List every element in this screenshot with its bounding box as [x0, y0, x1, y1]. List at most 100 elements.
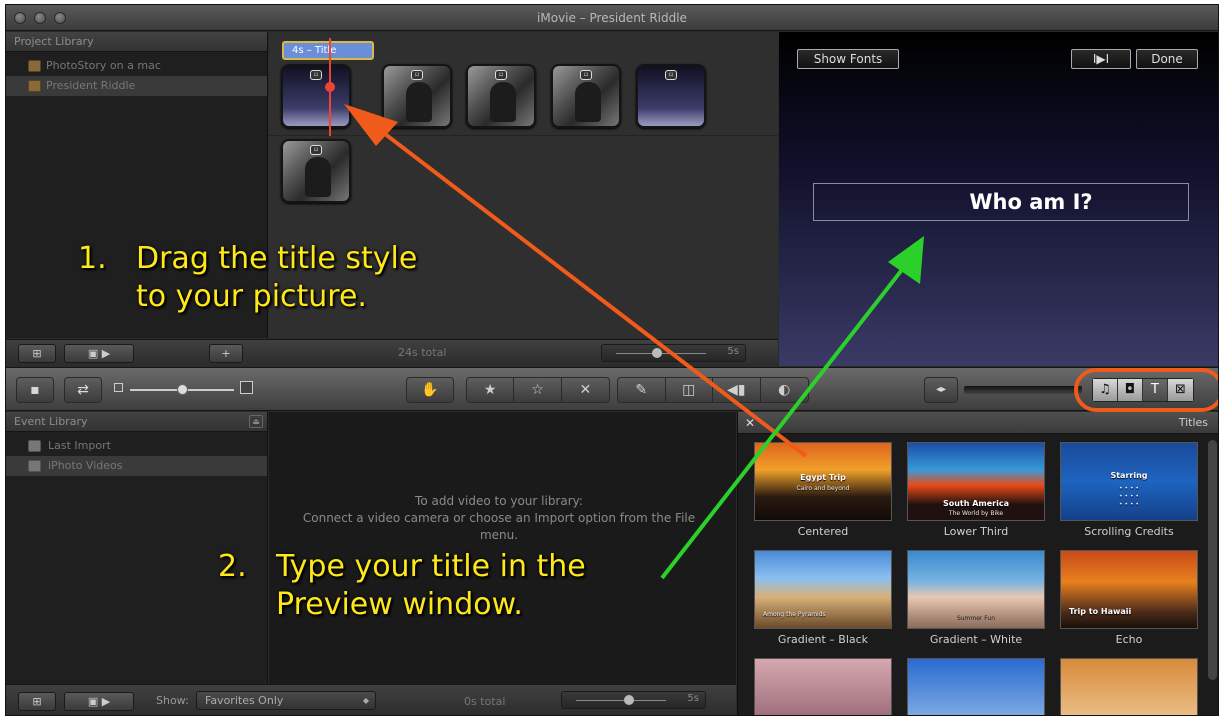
step-number: 1. [78, 241, 107, 276]
crop-badge-icon: ⌑ [495, 70, 507, 80]
annotation-line: Preview window. [276, 587, 523, 622]
title-style-more[interactable] [1060, 658, 1198, 715]
new-event-button[interactable]: ⊞ [18, 692, 56, 711]
playhead-marker[interactable] [325, 82, 335, 92]
voiceover-icon[interactable]: ✎ [618, 378, 666, 402]
titles-header-label: Titles [1178, 416, 1208, 429]
event-zoom-label: 5s [687, 693, 699, 704]
title-preview-image [907, 658, 1045, 715]
unfavorite-icon[interactable]: ☆ [514, 378, 562, 402]
imovie-window: iMovie – President Riddle Project Librar… [5, 4, 1219, 716]
annotation-step-2: 2. Type your title in the Preview window. [218, 548, 586, 624]
new-project-button[interactable]: ⊞ [18, 344, 56, 363]
play-fullscreen-button[interactable]: ▣ ▶ [64, 344, 134, 363]
title-style-more[interactable] [907, 658, 1045, 715]
title-preview-image: Egypt Trip Cairo and beyond [754, 442, 892, 521]
event-item-iphoto-videos[interactable]: iPhoto Videos [6, 456, 267, 476]
show-fonts-button[interactable]: Show Fonts [797, 49, 899, 69]
project-clip-photo[interactable]: ⌑ [466, 64, 536, 128]
title-style-scrolling-credits[interactable]: Starring • • • • • • • • • • • • Scrolling… [1060, 442, 1198, 538]
crop-badge-icon: ⌑ [310, 145, 322, 155]
title-preview-image: Starring • • • • • • • • • • • • [1060, 442, 1198, 521]
rating-group: ★ ☆ ✕ [466, 377, 610, 403]
title-style-echo[interactable]: Trip to Hawaii Echo [1060, 550, 1198, 646]
title-style-gradient-white[interactable]: Summer Fun Gradient – White [907, 550, 1045, 646]
event-library-title: Event Library [14, 415, 88, 428]
swap-icon[interactable]: ⇄ [64, 377, 102, 403]
message-line: menu. [479, 528, 519, 542]
show-filter-select[interactable]: Favorites Only ◆ [196, 691, 376, 710]
crop-rotate-icon[interactable]: ◫ [666, 378, 713, 402]
row-divider [269, 135, 778, 136]
title-preview-text: Egypt Trip [800, 473, 846, 482]
audio-waveform-icon[interactable]: ◂▸ [924, 377, 958, 403]
event-library-header: Event Library ⏏ [6, 412, 267, 432]
project-clip-photo[interactable]: ⌑ [551, 64, 621, 128]
project-icon [28, 60, 41, 72]
project-clip-photo[interactable]: ⌑ [281, 139, 351, 203]
title-style-label: Echo [1115, 633, 1143, 646]
title-style-label: Gradient – White [929, 633, 1023, 646]
close-icon[interactable]: ✕ [742, 415, 758, 431]
project-zoom-slider[interactable]: 5s [601, 344, 746, 362]
project-toolbar: ⊞ ▣ ▶ + 24s total 5s [6, 339, 778, 366]
play-event-button[interactable]: ▣ ▶ [64, 692, 134, 711]
project-clip-photo[interactable]: ⌑ [382, 64, 452, 128]
title-style-gradient-black[interactable]: Among the Pyramids Gradient – Black [754, 550, 892, 646]
crop-badge-icon: ⌑ [310, 70, 322, 80]
color-icon[interactable]: ◐ [761, 378, 808, 402]
title-preview-image: Trip to Hawaii [1060, 550, 1198, 629]
title-style-label: Gradient – Black [777, 633, 869, 646]
project-clip-title[interactable]: ⌑ [636, 64, 706, 128]
title-preview-text: Among the Pyramids [763, 611, 826, 618]
title-style-label: Scrolling Credits [1084, 525, 1174, 538]
title-text-field[interactable]: Who am I? [813, 183, 1189, 221]
event-item-label: iPhoto Videos [48, 459, 123, 472]
event-item-last-import[interactable]: Last Import [6, 436, 267, 456]
event-zoom-slider[interactable]: 5s [561, 691, 706, 709]
film-icon [28, 440, 41, 452]
title-preview-image [1060, 658, 1198, 715]
project-item-photostory[interactable]: PhotoStory on a mac [6, 56, 267, 76]
crop-icon[interactable]: ✋ [406, 377, 454, 403]
waveform-zoom-track[interactable] [964, 386, 1082, 394]
thumbnail-size-knob[interactable] [177, 384, 188, 395]
eject-icon[interactable]: ⏏ [249, 415, 263, 428]
large-thumb-icon [240, 381, 253, 394]
title-style-label: Centered [797, 525, 849, 538]
favorite-icon[interactable]: ★ [467, 378, 515, 402]
title-style-lower-third[interactable]: South America The World by Bike Lower Th… [907, 442, 1045, 538]
project-clip-title[interactable]: ⌑ [281, 64, 351, 128]
annotation-line: Type your title in the [276, 549, 586, 584]
title-style-centered[interactable]: Egypt Trip Cairo and beyond Centered [754, 442, 892, 538]
preview-viewer[interactable]: Show Fonts I▶I Done Who am I? [779, 32, 1218, 366]
project-icon [28, 80, 41, 92]
done-button[interactable]: Done [1136, 49, 1198, 69]
project-zoom-label: 5s [727, 346, 739, 357]
highlight-ring [1074, 368, 1218, 412]
title-preview-text: Summer Fun [956, 615, 996, 622]
project-library-header: Project Library [6, 32, 267, 52]
crop-badge-icon: ⌑ [411, 70, 423, 80]
show-filter-value: Favorites Only [205, 694, 284, 707]
add-project-button[interactable]: + [209, 344, 243, 363]
project-item-label: PhotoStory on a mac [46, 59, 161, 72]
title-bar: iMovie – President Riddle [6, 5, 1218, 31]
audio-icon[interactable]: ◀▮ [713, 378, 761, 402]
project-item-label: President Riddle [46, 79, 136, 92]
titles-browser: ✕ Titles Egypt Trip Cairo and beyond Cen… [737, 412, 1218, 715]
play-button[interactable]: I▶I [1071, 49, 1131, 69]
select-arrows-icon: ◆ [362, 696, 369, 705]
annotation-line: to your picture. [136, 279, 367, 314]
titles-scrollbar[interactable] [1208, 440, 1217, 680]
show-label: Show: [156, 694, 189, 707]
project-item-president-riddle[interactable]: President Riddle [6, 76, 267, 96]
title-clip-tag[interactable]: 4s – Title [282, 41, 374, 60]
annotation-step-1: 1. Drag the title style to your picture. [78, 240, 417, 316]
reject-icon[interactable]: ✕ [562, 378, 609, 402]
camera-icon[interactable]: ▪ [16, 377, 54, 403]
title-preview-image: South America The World by Bike [907, 442, 1045, 521]
crop-badge-icon: ⌑ [665, 70, 677, 80]
iphoto-icon [28, 460, 41, 472]
title-style-more[interactable] [754, 658, 892, 715]
